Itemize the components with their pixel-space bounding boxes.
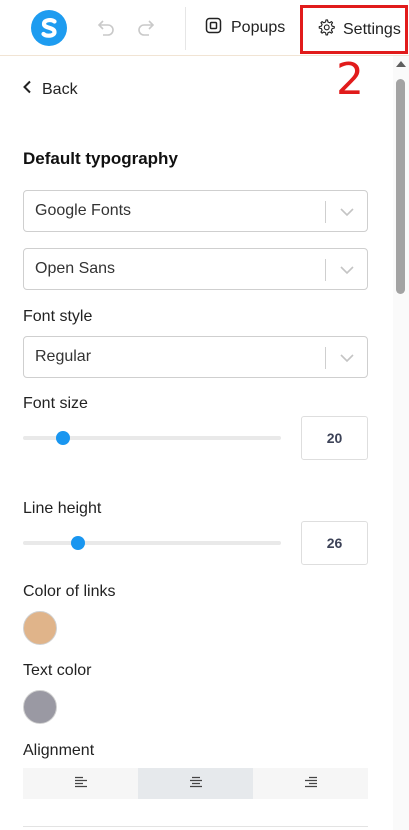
step-annotation: 2 bbox=[336, 54, 364, 105]
popups-icon bbox=[205, 17, 222, 39]
undo-icon[interactable] bbox=[94, 17, 116, 39]
back-button[interactable]: Back bbox=[22, 80, 78, 99]
popups-button[interactable]: Popups bbox=[205, 14, 285, 42]
popups-label: Popups bbox=[231, 19, 286, 36]
chevron-left-icon bbox=[22, 80, 32, 99]
font-size-label: Font size bbox=[23, 395, 88, 412]
align-left-icon bbox=[74, 775, 88, 793]
text-color-swatch[interactable] bbox=[23, 690, 57, 724]
scroll-up-arrow-icon[interactable] bbox=[396, 61, 406, 67]
align-left-button[interactable] bbox=[23, 768, 138, 799]
toolbar-divider bbox=[185, 7, 186, 50]
chevron-down-icon bbox=[339, 350, 355, 366]
align-center-button[interactable] bbox=[138, 768, 253, 799]
font-style-label: Font style bbox=[23, 308, 93, 325]
alignment-segmented-control bbox=[23, 768, 368, 799]
align-right-button[interactable] bbox=[253, 768, 368, 799]
link-color-swatch[interactable] bbox=[23, 611, 57, 645]
align-center-icon bbox=[189, 775, 203, 793]
link-color-label: Color of links bbox=[23, 583, 116, 600]
font-size-input[interactable]: 20 bbox=[301, 416, 368, 460]
font-source-value: Google Fonts bbox=[35, 202, 132, 219]
font-style-value: Regular bbox=[35, 348, 92, 365]
align-right-icon bbox=[304, 775, 318, 793]
settings-button[interactable]: Settings bbox=[300, 5, 408, 54]
section-divider bbox=[23, 826, 368, 827]
settings-label: Settings bbox=[343, 20, 401, 38]
line-height-input[interactable]: 26 bbox=[301, 521, 368, 565]
select-divider bbox=[325, 201, 326, 223]
font-source-select[interactable]: Google Fonts bbox=[23, 190, 368, 232]
text-color-label: Text color bbox=[23, 662, 92, 679]
app-logo-icon[interactable] bbox=[31, 10, 67, 46]
section-title: Default typography bbox=[23, 149, 178, 168]
font-size-slider-thumb[interactable] bbox=[55, 431, 70, 445]
select-divider bbox=[325, 259, 326, 281]
font-family-value: Open Sans bbox=[35, 260, 116, 277]
chevron-down-icon bbox=[339, 262, 355, 278]
select-divider bbox=[325, 347, 326, 369]
scrollbar-thumb[interactable] bbox=[396, 79, 405, 294]
alignment-label: Alignment bbox=[23, 742, 95, 759]
gear-icon bbox=[317, 18, 335, 41]
redo-icon[interactable] bbox=[136, 17, 158, 39]
line-height-slider-thumb[interactable] bbox=[71, 536, 86, 550]
chevron-down-icon bbox=[339, 204, 355, 220]
top-toolbar: Popups Settings bbox=[0, 0, 409, 56]
font-style-select[interactable]: Regular bbox=[23, 336, 368, 378]
line-height-slider[interactable] bbox=[23, 541, 281, 545]
font-family-select[interactable]: Open Sans bbox=[23, 248, 368, 290]
line-height-label: Line height bbox=[23, 500, 102, 517]
back-label: Back bbox=[42, 80, 78, 98]
